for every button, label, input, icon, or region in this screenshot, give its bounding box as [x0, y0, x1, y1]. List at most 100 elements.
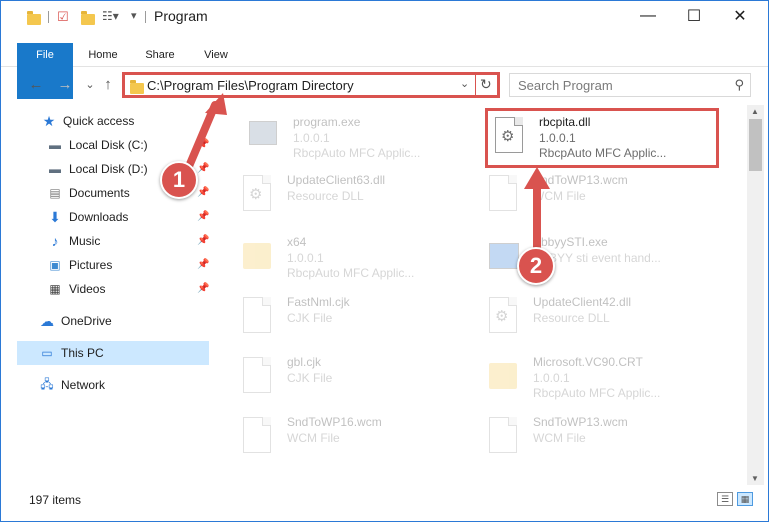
tab-share[interactable]: Share [139, 43, 181, 67]
file-item-microsoft-vc90-crt[interactable]: Microsoft.VC90.CRT 1.0.0.1 RbcpAuto MFC … [481, 349, 717, 405]
toolbar-divider [48, 11, 49, 23]
file-item-updateclient42[interactable]: ⚙ UpdateClient42.dll Resource DLL [481, 289, 717, 345]
file-type: WCM File [287, 431, 340, 445]
tab-view[interactable]: View [197, 43, 235, 67]
file-item-x64[interactable]: x64 1.0.0.1 RbcpAuto MFC Applic... [235, 229, 471, 285]
scroll-down-icon[interactable]: ▼ [751, 474, 759, 483]
folder-icon [130, 80, 144, 94]
sidebar-item-network[interactable]: 🖧 Network [1, 373, 211, 397]
sidebar-item-label: OneDrive [61, 314, 112, 328]
sidebar-item-pictures[interactable]: ▣ Pictures 📌 [1, 253, 211, 277]
file-version: 1.0.0.1 [287, 251, 324, 265]
network-icon: 🖧 [40, 376, 54, 391]
sidebar-item-onedrive[interactable]: ☁ OneDrive [1, 309, 211, 333]
sidebar-item-label: Network [61, 378, 106, 392]
pin-icon: 📌 [197, 139, 210, 150]
pictures-icon: ▣ [49, 258, 61, 272]
dll-gear-icon: ⚙ [487, 295, 519, 337]
drive-icon: ▬ [49, 162, 61, 176]
callout-badge-1: 1 [160, 161, 198, 199]
folder-icon [27, 11, 41, 25]
minimize-button[interactable]: — [625, 1, 671, 31]
file-name: gbl.cjk [287, 355, 322, 369]
address-path[interactable]: C:\Program Files\Program Directory [147, 78, 354, 93]
properties-icon[interactable]: ☑ [57, 9, 69, 25]
status-bar: 197 items ☰ ▦ [1, 487, 768, 513]
file-icon [241, 355, 273, 397]
pin-icon: 📌 [197, 211, 210, 222]
search-icon[interactable]: ⚲ [734, 77, 744, 93]
file-item-fastnml[interactable]: FastNml.cjk CJK File [235, 289, 471, 345]
pin-icon: 📌 [197, 163, 210, 174]
file-item-updateclient63[interactable]: ⚙ UpdateClient63.dll Resource DLL [235, 167, 471, 223]
music-icon: ♪ [51, 233, 59, 249]
sidebar-item-label: Documents [69, 186, 130, 200]
pin-icon: 📌 [197, 235, 210, 246]
maximize-button[interactable]: ☐ [671, 1, 717, 31]
sidebar-item-this-pc[interactable]: ▭ This PC [17, 341, 209, 365]
chevron-down-icon[interactable]: ⌄ [460, 77, 469, 90]
file-name: SndToWP13.wcm [533, 415, 628, 429]
sidebar-item-label: This PC [61, 346, 104, 360]
file-icon [241, 415, 273, 457]
pin-icon: 📌 [197, 187, 210, 198]
toolbar-divider [145, 11, 146, 23]
file-type: WCM File [533, 189, 586, 203]
vertical-scrollbar[interactable]: ▲ ▼ [747, 105, 764, 485]
file-name: UpdateClient63.dll [287, 173, 386, 187]
search-input[interactable]: Search Program [518, 78, 613, 93]
refresh-icon[interactable]: ↻ [480, 76, 492, 93]
file-name: FastNml.cjk [287, 295, 350, 309]
folder-icon [241, 235, 273, 277]
ribbon-tabs: File Home Share View [1, 43, 768, 99]
file-item-sndtowp16[interactable]: SndToWP16.wcm WCM File [235, 409, 471, 465]
videos-icon: ▦ [49, 282, 61, 296]
item-count: 197 items [29, 493, 82, 507]
file-item-abbyysti[interactable]: AbbyySTI.exe ABBYY sti event hand... [481, 229, 717, 285]
sidebar-item-local-disk-c[interactable]: ▬ Local Disk (C:) 📌 [1, 133, 211, 157]
sidebar-item-quick-access[interactable]: ★ Quick access [1, 109, 211, 133]
callout-badge-2: 2 [517, 247, 555, 285]
close-button[interactable]: ✕ [717, 1, 763, 31]
application-icon [247, 115, 279, 157]
file-icon [487, 415, 519, 457]
details-view-icon[interactable]: ☰ [717, 492, 733, 506]
scrollbar-thumb[interactable] [749, 119, 762, 171]
address-bar[interactable]: C:\Program Files\Program Directory ⌄ ↻ [122, 72, 500, 98]
sidebar-item-downloads[interactable]: ⬇ Downloads 📌 [1, 205, 211, 229]
sidebar-item-label: Quick access [63, 114, 135, 128]
file-type: CJK File [287, 311, 333, 325]
file-item-program-exe[interactable]: program.exe 1.0.0.1 RbcpAuto MFC Applic.… [241, 109, 477, 165]
search-box[interactable]: Search Program ⚲ [509, 73, 751, 97]
back-button[interactable]: ← [27, 75, 45, 93]
file-name: Microsoft.VC90.CRT [533, 355, 643, 369]
file-name: AbbyySTI.exe [533, 235, 608, 249]
file-name: SndToWP16.wcm [287, 415, 382, 429]
forward-button[interactable]: → [56, 75, 74, 93]
scroll-up-icon[interactable]: ▲ [751, 107, 759, 116]
sidebar-item-label: Local Disk (C:) [69, 138, 148, 152]
file-icon [487, 173, 519, 215]
recent-locations-button[interactable]: ⌄ [81, 75, 99, 93]
file-item-sndtowp13-b[interactable]: SndToWP13.wcm WCM File [481, 409, 717, 465]
file-description: RbcpAuto MFC Applic... [533, 386, 661, 400]
tab-home[interactable]: Home [81, 43, 125, 67]
file-item-sndtowp13[interactable]: SndToWP13.wcm WCM File [481, 167, 717, 223]
sidebar-item-music[interactable]: ♪ Music 📌 [1, 229, 211, 253]
explorer-window: ☑ ☷▾ ▾ Program — ☐ ✕ File Home Share Vie… [0, 0, 769, 522]
quick-access-dropdown-icon[interactable]: ▾ [131, 9, 137, 25]
customize-icon[interactable]: ☷▾ [102, 9, 119, 25]
pin-icon: 📌 [197, 259, 210, 270]
file-item-gbl[interactable]: gbl.cjk CJK File [235, 349, 471, 405]
file-version: 1.0.0.1 [533, 371, 570, 385]
up-button[interactable]: ↑ [99, 75, 117, 93]
file-type: WCM File [533, 431, 586, 445]
address-row: ← → ⌄ ↑ C:\Program Files\Program Directo… [1, 69, 768, 101]
tiles-view-icon[interactable]: ▦ [737, 492, 753, 506]
dll-gear-icon: ⚙ [241, 173, 273, 215]
new-folder-icon[interactable] [81, 11, 95, 25]
star-icon: ★ [42, 112, 56, 129]
sidebar-item-videos[interactable]: ▦ Videos 📌 [1, 277, 211, 301]
sidebar-item-label: Music [69, 234, 101, 248]
computer-icon: ▭ [41, 346, 53, 360]
